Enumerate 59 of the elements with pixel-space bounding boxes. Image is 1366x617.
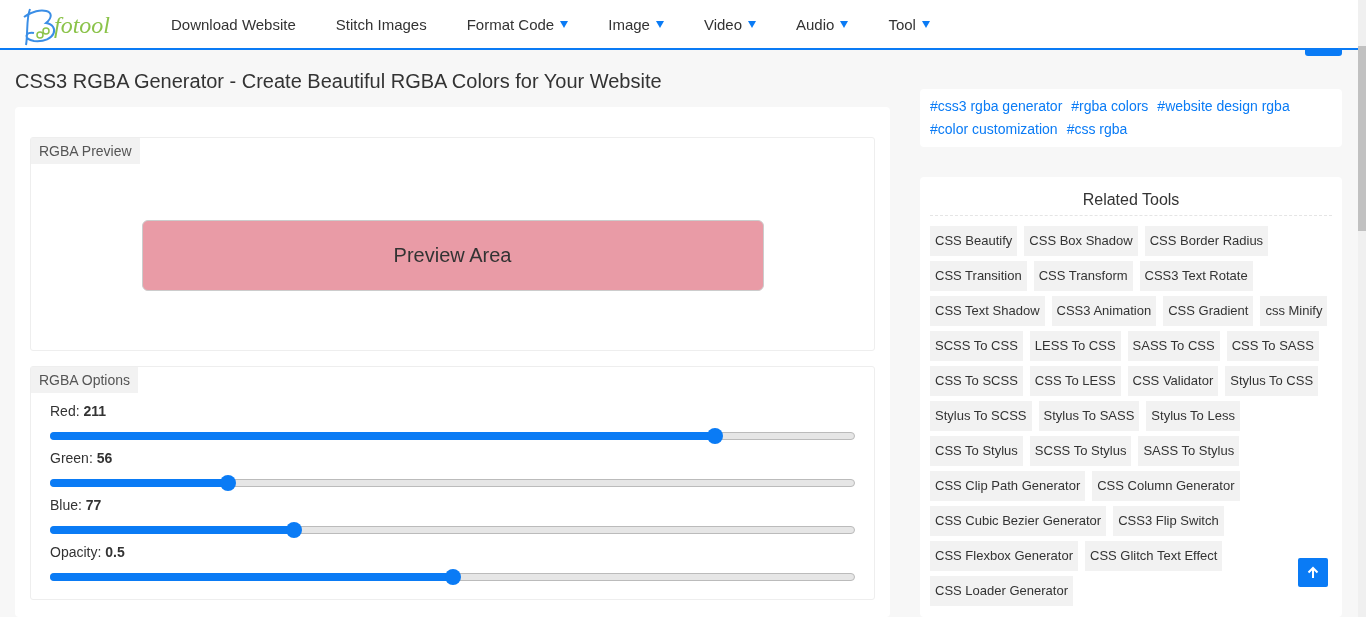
related-tool-link[interactable]: CSS Cubic Bezier Generator [930, 506, 1107, 536]
tag-link[interactable]: #rgba colors [1071, 97, 1149, 116]
related-tool-link[interactable]: SASS To Stylus [1138, 436, 1240, 466]
related-tool-link[interactable]: CSS3 Text Rotate [1139, 261, 1253, 291]
tag-link[interactable]: #color customization [930, 120, 1058, 139]
nav-link[interactable]: Format Code [446, 15, 589, 33]
related-tool-link[interactable]: Stylus To Less [1146, 401, 1240, 431]
related-tool-link[interactable]: CSS3 Animation [1051, 296, 1157, 326]
related-tool-link[interactable]: CSS Validator [1127, 366, 1219, 396]
section-legend: RGBA Preview [31, 138, 140, 164]
back-to-top-button[interactable] [1298, 558, 1328, 587]
related-tool-link[interactable]: CSS To Stylus [930, 436, 1023, 466]
related-tool-link[interactable]: Stylus To SCSS [930, 401, 1032, 431]
related-tool-link[interactable]: CSS Box Shadow [1024, 226, 1138, 256]
tag-link[interactable]: #css3 rgba generator [930, 97, 1063, 116]
related-tool-link[interactable]: SCSS To CSS [930, 331, 1023, 361]
slider-thumb[interactable] [285, 522, 302, 538]
slider-thumb[interactable] [219, 475, 236, 491]
section-heading: Related Tools [930, 191, 1332, 216]
slider-label: Green: 56 [50, 450, 114, 468]
arrow-up-icon [1307, 566, 1319, 579]
page-title: CSS3 RGBA Generator - Create Beautiful RGBA Colors for Your Website [15, 70, 663, 93]
nav-link[interactable]: Stitch Images [315, 15, 447, 33]
related-tool-link[interactable]: CSS To SASS [1226, 331, 1319, 361]
related-tool-link[interactable]: CSS Flexbox Generator [930, 541, 1078, 571]
slider-label: Blue: 77 [50, 497, 103, 515]
related-tool-link[interactable]: CSS Border Radius [1144, 226, 1269, 256]
nav-link[interactable]: Tool [868, 15, 950, 33]
related-tool-link[interactable]: css Minify [1260, 296, 1328, 326]
related-tool-link[interactable]: CSS Column Generator [1092, 471, 1240, 501]
related-tool-link[interactable]: CSS Text Shadow [930, 296, 1045, 326]
related-tool-link[interactable]: LESS To CSS [1029, 331, 1121, 361]
related-tool-link[interactable]: CSS To SCSS [930, 366, 1023, 396]
related-tool-link[interactable]: CSS3 Flip Switch [1113, 506, 1224, 536]
nav-link[interactable]: Audio [776, 15, 869, 33]
nav-link[interactable]: Image [588, 15, 684, 33]
related-tool-link[interactable]: CSS Loader Generator [930, 576, 1073, 606]
tag-link[interactable]: #css rgba [1066, 120, 1128, 139]
preview-area: Preview Area [141, 220, 764, 291]
related-tool-link[interactable]: Stylus To CSS [1225, 366, 1319, 396]
related-tool-link[interactable]: CSS To LESS [1029, 366, 1121, 396]
related-tool-link[interactable]: SASS To CSS [1127, 331, 1220, 361]
slider-thumb[interactable] [707, 428, 724, 444]
related-tool-link[interactable]: Stylus To SASS [1038, 401, 1140, 431]
slider-thumb[interactable] [444, 569, 461, 585]
slider-label: Red: 211 [50, 403, 108, 421]
section-legend: RGBA Options [31, 367, 139, 393]
related-tool-link[interactable]: CSS Gradient [1163, 296, 1254, 326]
nav-link[interactable]: Download Website [151, 15, 316, 33]
related-tool-link[interactable]: CSS Transition [930, 261, 1027, 291]
tag-link[interactable]: #website design rgba [1157, 97, 1290, 116]
slider-label: Opacity: 0.5 [50, 544, 126, 562]
related-tool-link[interactable]: CSS Transform [1033, 261, 1133, 291]
related-tool-link[interactable]: SCSS To Stylus [1029, 436, 1132, 466]
related-tool-link[interactable]: CSS Glitch Text Effect [1085, 541, 1223, 571]
related-tool-link[interactable]: CSS Beautify [930, 226, 1018, 256]
scrollbar[interactable] [1358, 0, 1366, 617]
nav-link[interactable]: Video [683, 15, 776, 33]
related-tool-link[interactable]: CSS Clip Path Generator [930, 471, 1086, 501]
